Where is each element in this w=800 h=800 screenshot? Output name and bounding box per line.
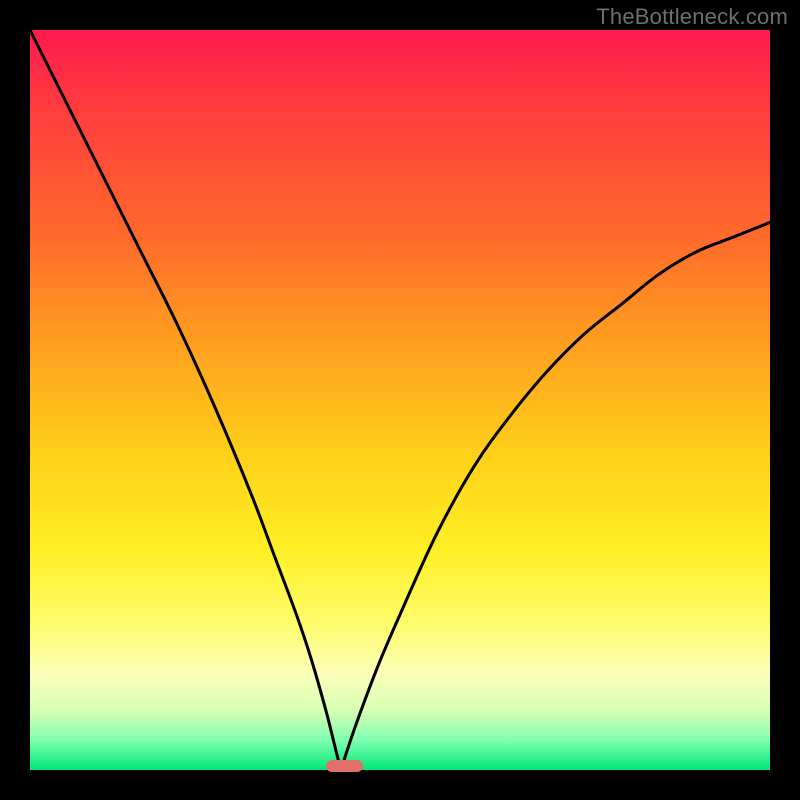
bottleneck-curve	[30, 30, 770, 770]
watermark-text: TheBottleneck.com	[596, 4, 788, 30]
curve-right-branch	[341, 222, 770, 770]
optimum-marker	[326, 760, 363, 772]
plot-area	[30, 30, 770, 770]
curve-left-branch	[30, 30, 341, 770]
chart-frame: TheBottleneck.com	[0, 0, 800, 800]
